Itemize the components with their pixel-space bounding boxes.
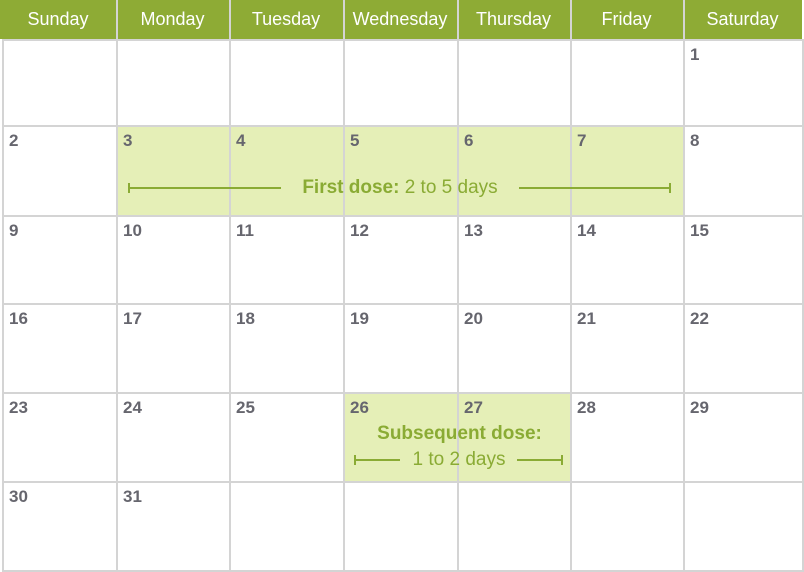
empty-cell (343, 481, 459, 572)
first-dose-label: First dose: 2 to 5 days (280, 177, 520, 199)
empty-cell (229, 481, 345, 572)
first-dose-duration: 2 to 5 days (399, 177, 498, 198)
header-divider (229, 0, 231, 39)
empty-cell (343, 39, 459, 127)
day-cell: 7 (570, 125, 685, 217)
header-divider (683, 0, 685, 39)
header-divider (570, 0, 572, 39)
day-number: 29 (690, 398, 709, 417)
day-number: 25 (236, 398, 255, 417)
day-number: 9 (9, 221, 19, 240)
header-divider (116, 0, 118, 39)
weekday-header-thursday: Thursday (457, 0, 570, 39)
day-cell: 3 (116, 125, 231, 217)
day-cell: 22 (683, 303, 804, 394)
empty-cell (570, 481, 685, 572)
empty-cell (683, 481, 804, 572)
day-cell: 4 (229, 125, 345, 217)
day-cell: 13 (457, 215, 572, 305)
weekday-header-monday: Monday (116, 0, 229, 39)
weekday-header-sunday: Sunday (0, 0, 116, 39)
day-cell: 16 (2, 303, 118, 394)
day-cell: 9 (2, 215, 118, 305)
subsequent-dose-duration: 1 to 2 days (412, 449, 506, 470)
weekday-header-wednesday: Wednesday (343, 0, 457, 39)
day-cell: 21 (570, 303, 685, 394)
day-cell: 31 (116, 481, 231, 572)
day-number: 27 (464, 398, 483, 417)
day-number: 2 (9, 131, 19, 150)
first-dose-range-left (128, 183, 281, 193)
header-divider (343, 0, 345, 39)
empty-cell (570, 39, 685, 127)
day-cell: 18 (229, 303, 345, 394)
day-cell: 5 (343, 125, 459, 217)
day-number: 12 (350, 221, 369, 240)
empty-cell (229, 39, 345, 127)
day-number: 13 (464, 221, 483, 240)
empty-cell (457, 481, 572, 572)
day-cell: 1 (683, 39, 804, 127)
weekday-header-saturday: Saturday (683, 0, 802, 39)
day-number: 22 (690, 309, 709, 328)
day-cell: 30 (2, 481, 118, 572)
subsequent-dose-range-left (354, 455, 400, 465)
day-number: 24 (123, 398, 142, 417)
day-cell: 28 (570, 392, 685, 483)
subsequent-dose-range-right (517, 455, 563, 465)
day-number: 17 (123, 309, 142, 328)
day-number: 19 (350, 309, 369, 328)
day-number: 21 (577, 309, 596, 328)
day-cell: 25 (229, 392, 345, 483)
day-number: 5 (350, 131, 360, 150)
weekday-header-tuesday: Tuesday (229, 0, 343, 39)
day-cell: 12 (343, 215, 459, 305)
day-number: 31 (123, 487, 142, 506)
first-dose-range-right (519, 183, 671, 193)
day-cell: 29 (683, 392, 804, 483)
day-number: 6 (464, 131, 474, 150)
day-cell: 19 (343, 303, 459, 394)
day-number: 23 (9, 398, 28, 417)
day-number: 11 (236, 221, 254, 240)
day-cell: 23 (2, 392, 118, 483)
day-number: 28 (577, 398, 596, 417)
day-number: 16 (9, 309, 28, 328)
day-number: 4 (236, 131, 246, 150)
day-number: 20 (464, 309, 483, 328)
day-cell: 6 (457, 125, 572, 217)
day-cell: 15 (683, 215, 804, 305)
day-cell: 11 (229, 215, 345, 305)
day-cell: 17 (116, 303, 231, 394)
day-number: 14 (577, 221, 596, 240)
day-number: 15 (690, 221, 709, 240)
day-cell: 14 (570, 215, 685, 305)
weekday-header-friday: Friday (570, 0, 683, 39)
day-number: 7 (577, 131, 587, 150)
subsequent-dose-title: Subsequent dose: (377, 423, 542, 444)
day-number: 3 (123, 131, 133, 150)
empty-cell (457, 39, 572, 127)
calendar-month: Sunday Monday Tuesday Wednesday Thursday Frid… (0, 0, 804, 572)
day-number: 1 (690, 45, 700, 64)
day-cell: 2 (2, 125, 118, 217)
day-number: 18 (236, 309, 255, 328)
day-number: 30 (9, 487, 28, 506)
empty-cell (116, 39, 231, 127)
empty-cell (2, 39, 118, 127)
day-cell: 10 (116, 215, 231, 305)
header-divider (457, 0, 459, 39)
day-cell: 20 (457, 303, 572, 394)
day-number: 26 (350, 398, 369, 417)
day-cell: 24 (116, 392, 231, 483)
day-cell: 8 (683, 125, 804, 217)
day-number: 8 (690, 131, 700, 150)
day-number: 10 (123, 221, 142, 240)
first-dose-title: First dose: (302, 177, 400, 198)
